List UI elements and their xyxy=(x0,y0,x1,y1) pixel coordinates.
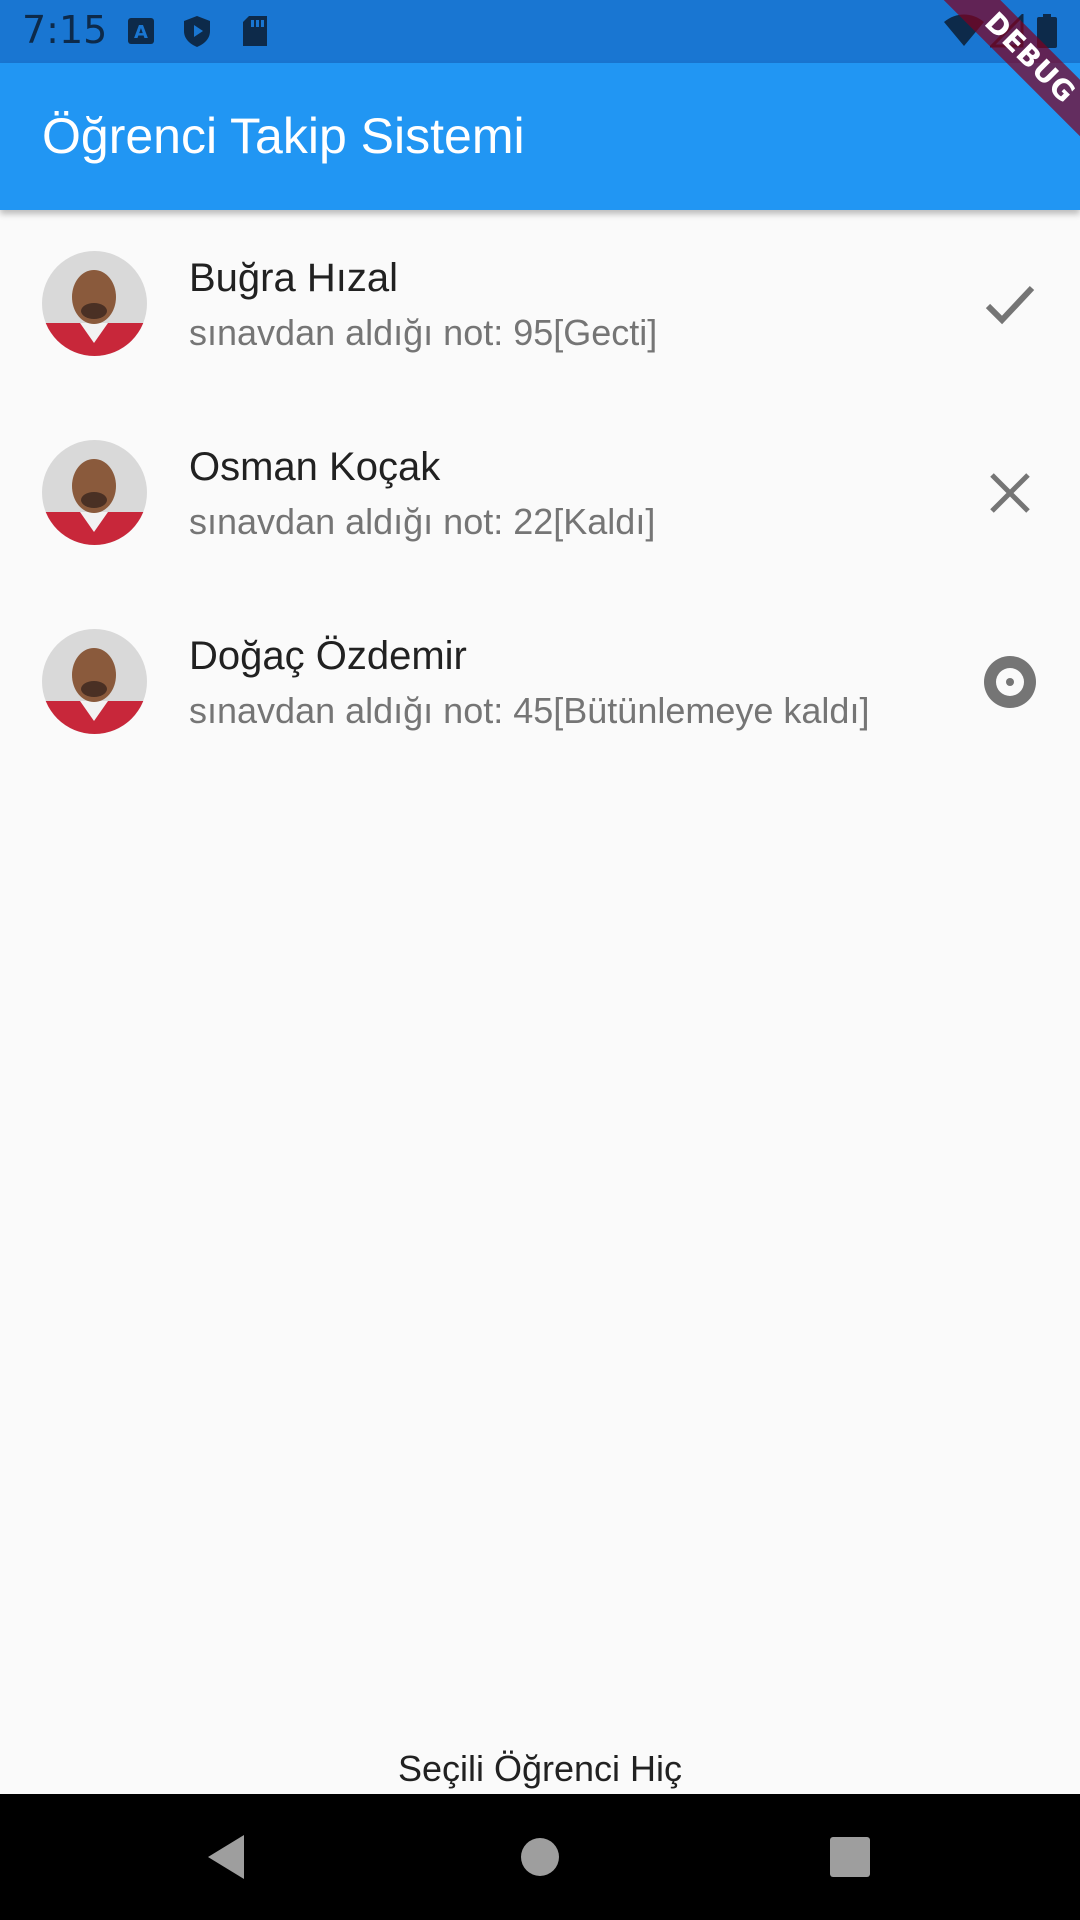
status-time: 7:15 xyxy=(22,8,108,52)
a-notification-icon: A xyxy=(128,18,154,44)
page-title: Öğrenci Takip Sistemi xyxy=(42,108,525,164)
svg-text:A: A xyxy=(134,22,148,43)
back-icon[interactable] xyxy=(198,1829,254,1885)
sd-card-icon xyxy=(243,16,267,46)
student-grade: sınavdan aldığı not: 95[Gecti] xyxy=(189,312,658,353)
student-grade: sınavdan aldığı not: 45[Bütünlemeye kald… xyxy=(189,690,870,731)
shield-play-icon xyxy=(184,16,210,47)
avatar xyxy=(42,629,147,734)
avatar xyxy=(42,251,147,356)
radio-target-icon xyxy=(984,656,1036,708)
screen: 7:15 A Öğrenci Takip Sistemi DEBUG Buğra… xyxy=(0,0,1080,1920)
avatar xyxy=(42,440,147,545)
app-bar: Öğrenci Takip Sistemi xyxy=(0,63,1080,210)
status-bar: 7:15 A xyxy=(0,0,1080,63)
student-grade: sınavdan aldığı not: 22[Kaldı] xyxy=(189,501,656,542)
student-name: Osman Koçak xyxy=(189,445,441,489)
home-icon[interactable] xyxy=(512,1829,568,1885)
list-item[interactable]: Buğra Hızal sınavdan aldığı not: 95[Gect… xyxy=(0,210,1080,399)
student-name: Buğra Hızal xyxy=(189,256,398,300)
student-list: Buğra Hızal sınavdan aldığı not: 95[Gect… xyxy=(0,210,1080,777)
selected-student-label: Seçili Öğrenci Hiç xyxy=(397,1748,683,1789)
navigation-bar xyxy=(0,1794,1080,1920)
list-item[interactable]: Doğaç Özdemir sınavdan aldığı not: 45[Bü… xyxy=(0,588,1080,777)
student-name: Doğaç Özdemir xyxy=(189,634,467,678)
check-icon xyxy=(985,285,1035,325)
close-icon xyxy=(990,473,1030,513)
recents-icon[interactable] xyxy=(822,1829,878,1885)
list-item[interactable]: Osman Koçak sınavdan aldığı not: 22[Kald… xyxy=(0,399,1080,588)
